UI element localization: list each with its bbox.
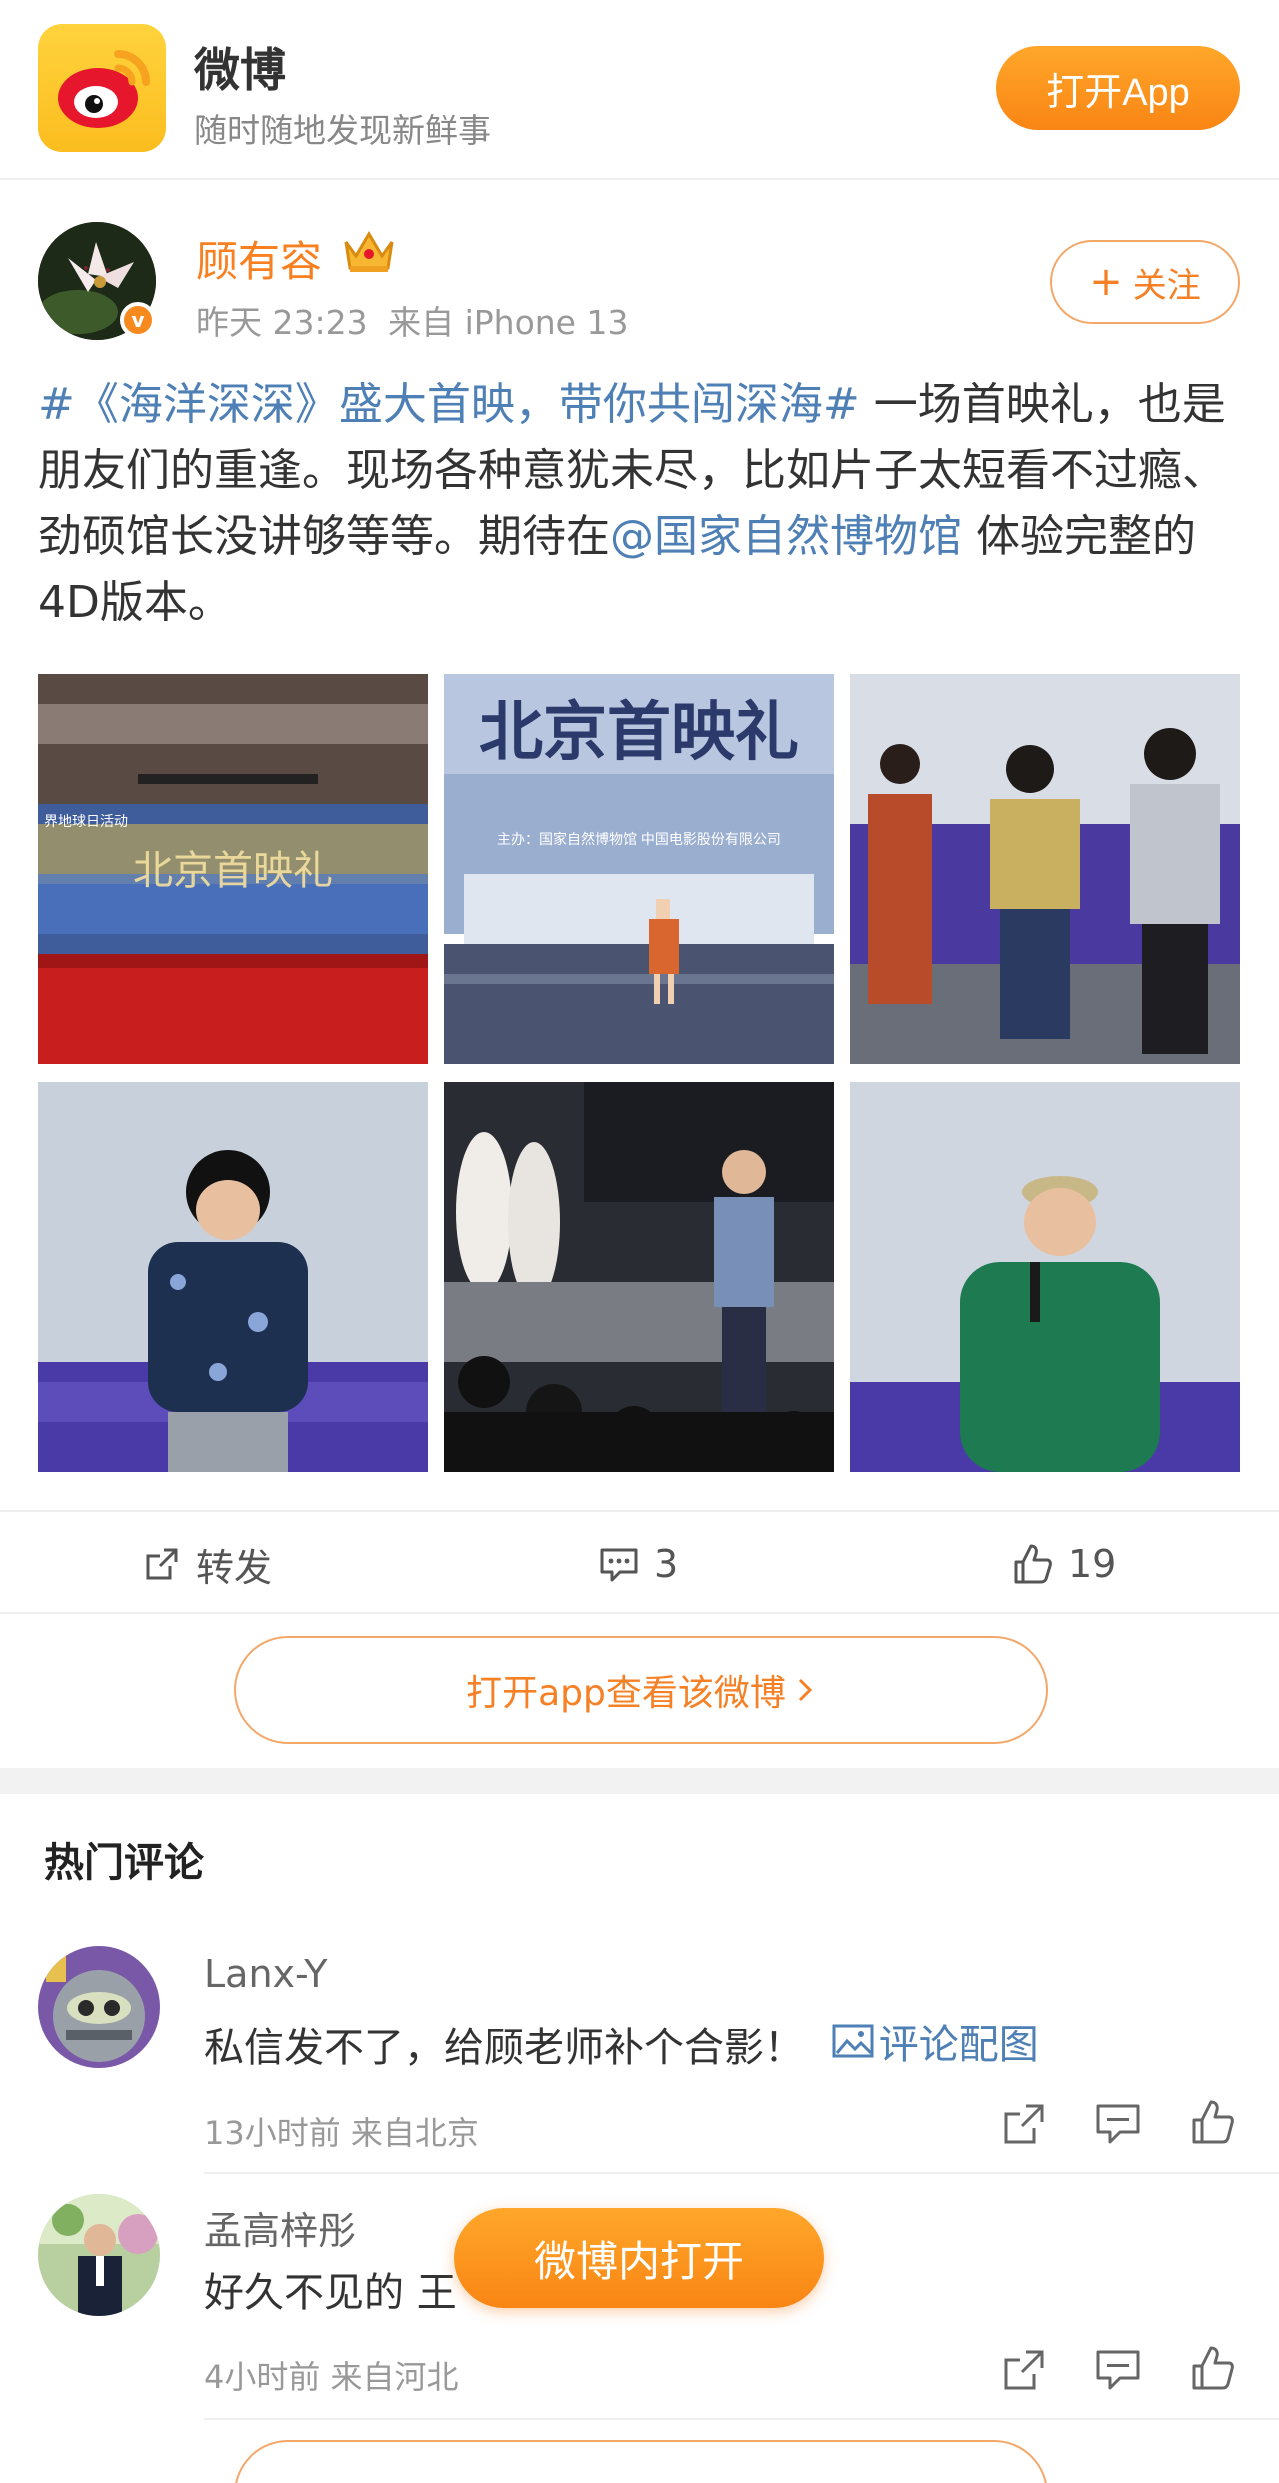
comment-divider bbox=[204, 2172, 1279, 2174]
like-button[interactable]: 19 bbox=[1010, 1538, 1116, 1590]
thumbs-up-icon bbox=[1014, 1544, 1052, 1584]
comment-1-like-icon[interactable] bbox=[1188, 2096, 1236, 2144]
comment-1-image-label: 评论配图 bbox=[878, 2022, 1039, 2068]
comment-icon bbox=[600, 1548, 638, 1582]
repost-button[interactable]: 转发 bbox=[142, 1538, 272, 1590]
post-image-6[interactable] bbox=[850, 1082, 1240, 1472]
chevron-right-icon bbox=[798, 1678, 812, 1702]
comment-1-user[interactable]: Lanx-Y bbox=[204, 1952, 327, 1996]
comment-2-user[interactable]: 孟高梓彤 bbox=[204, 2200, 356, 2255]
comment-2-meta: 4小时前 来自河北 bbox=[204, 2358, 459, 2396]
app-tagline: 随时随地发现新鲜事 bbox=[194, 111, 491, 150]
post-image-1[interactable]: 北京首映礼 界地球日活动 bbox=[38, 674, 428, 1064]
comment-1-reply-icon[interactable] bbox=[1094, 2100, 1142, 2148]
comment-1-avatar[interactable] bbox=[38, 1946, 160, 2068]
comment-2-share-icon[interactable] bbox=[1000, 2346, 1048, 2394]
comment-1-image-link[interactable]: 评论配图 bbox=[817, 2012, 1039, 2070]
image-1-caption: 北京首映礼 bbox=[133, 848, 333, 893]
post-time: 昨天 23:23 bbox=[196, 303, 368, 342]
verified-badge-icon: v bbox=[120, 302, 156, 338]
repost-label: 转发 bbox=[196, 1545, 273, 1590]
comment-1-meta: 13小时前 来自北京 bbox=[204, 2114, 479, 2152]
open-app-button[interactable]: 打开App bbox=[996, 46, 1240, 130]
image-2-caption: 北京首映礼 bbox=[479, 697, 799, 768]
hot-comments-title: 热门评论 bbox=[44, 1840, 204, 1886]
comment-count: 3 bbox=[654, 1542, 679, 1586]
hashtag-link[interactable]: #《海洋深深》盛大首映，带你共闯深海# bbox=[38, 379, 860, 430]
image-2-subtitle: 主办：国家自然博物馆 中国电影股份有限公司 bbox=[497, 831, 781, 847]
post-meta: 昨天 23:23 来自 iPhone 13 bbox=[196, 296, 628, 344]
like-count: 19 bbox=[1068, 1542, 1117, 1586]
image-icon bbox=[832, 2024, 874, 2058]
open-in-app-label: 打开app查看该微博 bbox=[466, 1673, 786, 1714]
comment-1-text: 私信发不了，给顾老师补个合影！ bbox=[204, 2025, 804, 2071]
repost-icon bbox=[146, 1548, 178, 1580]
comment-2-avatar[interactable] bbox=[38, 2194, 160, 2316]
comment-2-reply-icon[interactable] bbox=[1094, 2346, 1142, 2394]
open-in-app-button[interactable]: 打开app查看该微博 bbox=[234, 1636, 1048, 1744]
post-image-2[interactable]: 北京首映礼 主办：国家自然博物馆 中国电影股份有限公司 bbox=[444, 674, 834, 1064]
image-1-subtitle: 界地球日活动 bbox=[44, 813, 128, 829]
post-source: 来自 iPhone 13 bbox=[388, 303, 629, 342]
crown-badge-icon bbox=[340, 226, 398, 276]
weibo-logo-icon[interactable] bbox=[38, 24, 166, 152]
app-header: 微博 随时随地发现新鲜事 打开App bbox=[0, 0, 1279, 180]
comment-2-like-icon[interactable] bbox=[1188, 2342, 1236, 2390]
post-text: #《海洋深深》盛大首映，带你共闯深海# 一场首映礼，也是朋友们的重逢。现场各种意… bbox=[38, 372, 1248, 636]
post-action-bar: 转发 3 19 bbox=[0, 1510, 1279, 1614]
more-comments-button[interactable] bbox=[234, 2440, 1048, 2483]
comment-divider bbox=[204, 2418, 1279, 2420]
comment-1-share-icon[interactable] bbox=[1000, 2100, 1048, 2148]
plus-icon: + bbox=[1089, 259, 1123, 305]
comment-1-text-row: 私信发不了，给顾老师补个合影！ 评论配图 bbox=[204, 2012, 1039, 2073]
author-name[interactable]: 顾有容 bbox=[196, 228, 322, 289]
open-in-weibo-floating-button[interactable]: 微博内打开 bbox=[454, 2208, 824, 2308]
post-image-4[interactable] bbox=[38, 1082, 428, 1472]
follow-label: 关注 bbox=[1132, 265, 1201, 306]
section-divider bbox=[0, 1768, 1279, 1794]
comment-button[interactable]: 3 bbox=[598, 1538, 678, 1590]
image-grid: 北京首映礼 界地球日活动 北京首映礼 主办：国家自然博物馆 中国电影股份有限公司 bbox=[38, 674, 1240, 1472]
follow-button[interactable]: + 关注 bbox=[1050, 240, 1240, 324]
mention-link[interactable]: @国家自然博物馆 bbox=[610, 511, 962, 562]
app-name: 微博 bbox=[194, 43, 286, 97]
comment-2-text: 好久不见的 王 bbox=[204, 2270, 457, 2316]
post-image-5[interactable] bbox=[444, 1082, 834, 1472]
post-image-3[interactable] bbox=[850, 674, 1240, 1064]
